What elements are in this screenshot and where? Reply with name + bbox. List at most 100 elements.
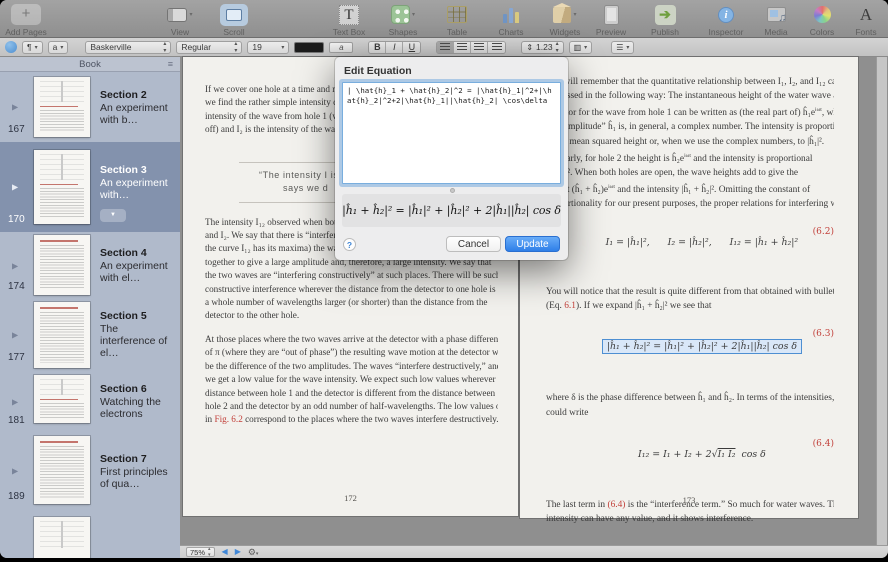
charts-icon — [503, 7, 520, 23]
preview-button[interactable]: Preview — [589, 3, 633, 37]
character-fill-well[interactable]: a — [329, 42, 353, 53]
media-button[interactable]: Media — [758, 3, 794, 37]
list-style-control[interactable]: ☰▾ — [611, 41, 634, 54]
text-line: to the mean squared height or, when we u… — [546, 135, 834, 149]
text-line: expressed in the following way: The inst… — [546, 89, 834, 103]
paragraph: At those places where the two waves arri… — [205, 333, 498, 427]
page-thumbnail[interactable] — [34, 436, 90, 504]
text-line: (Eq. 6.1). If we expand |ĥ₁ + ĥ₂|² we se… — [546, 299, 834, 313]
sidebar-item-section-2[interactable]: ▶ 167 Section 2 An experiment with b… — [0, 72, 180, 142]
inspector-button[interactable]: i Inspector — [704, 3, 748, 37]
cancel-button[interactable]: Cancel — [446, 236, 501, 252]
vertical-scrollbar[interactable] — [876, 57, 887, 545]
section-title: Section 4 — [100, 247, 176, 259]
align-justify-button[interactable] — [488, 42, 505, 53]
equation-6-2: I₁ = |ĥ₁|², I₂ = |ĥ₂|², I₁₂ = |ĥ₁ + ĥ₂|²… — [546, 226, 834, 270]
disclosure-triangle-icon[interactable]: ▶ — [12, 467, 18, 476]
font-family-select[interactable]: Baskerville▴▾ — [85, 41, 171, 54]
charts-button[interactable]: Charts — [489, 3, 533, 37]
text-line: where δ is the phase difference between … — [546, 391, 834, 405]
text-line: in Fig. 6.2 correspond to the places whe… — [205, 413, 498, 426]
align-left-button[interactable] — [437, 42, 454, 53]
sidebar-item-section-5[interactable]: ▶ 177 Section 5 The interference of el… — [0, 299, 180, 370]
page-number-label: 177 — [8, 352, 25, 363]
help-button[interactable]: ? — [343, 238, 356, 251]
text-box-icon: T — [339, 5, 359, 25]
pages-app-window: + Add Pages ▾ View Scroll T Text Box ▾ S… — [0, 0, 888, 558]
zoom-level-control[interactable]: 75%▴▾ — [186, 547, 215, 557]
page-number-label: 170 — [8, 214, 25, 225]
disclosure-triangle-icon[interactable]: ▶ — [12, 330, 18, 339]
align-center-button[interactable] — [454, 42, 471, 53]
section-subtitle: The interference of el… — [100, 323, 176, 359]
equation-preview: |ĥ₁ + ĥ₂|² = |ĥ₁|² + |ĥ₂|² + 2|ĥ₁||ĥ₂| c… — [342, 194, 561, 227]
equation-latex-input[interactable]: | \hat{h}_1 + \hat{h}_2|^2 = |\hat{h}_1|… — [342, 82, 561, 184]
disclosure-triangle-icon[interactable]: ▶ — [12, 103, 18, 112]
section-title: Section 7 — [100, 453, 176, 465]
equation-ref: (6.4) — [813, 439, 834, 449]
colors-button[interactable]: Colors — [804, 3, 840, 37]
equation-6-3-selected[interactable]: |ĥ₁ + ĥ₂|² = |ĥ₁|² + |ĥ₂|² + 2|ĥ₁||ĥ₂| c… — [546, 328, 834, 376]
align-right-button[interactable] — [471, 42, 488, 53]
page-thumbnail[interactable] — [34, 517, 90, 558]
gear-menu-button[interactable]: ⚙▾ — [248, 547, 259, 558]
text-line: the “amplitude” ĥ₁ is, in general, a com… — [546, 120, 834, 134]
text-line: Similarly, for hole 2 the height is ĥ₂ei… — [546, 149, 834, 166]
italic-button[interactable]: I — [386, 42, 403, 53]
table-button[interactable]: Table — [435, 3, 479, 37]
page-thumbnail[interactable] — [34, 235, 90, 295]
page-thumbnail[interactable] — [34, 150, 90, 224]
character-style-menu[interactable]: a▾ — [48, 41, 69, 54]
forward-button[interactable]: ▶ — [235, 547, 241, 557]
back-button[interactable]: ◀ — [222, 547, 228, 557]
disclosure-triangle-icon[interactable]: ▶ — [12, 183, 18, 192]
text-line: could write — [546, 406, 834, 420]
selected-equation-object[interactable]: |ĥ₁ + ĥ₂|² = |ĥ₁|² + |ĥ₂|² + 2|ĥ₁||ĥ₂| c… — [602, 339, 802, 354]
text-style-group: B I U — [368, 41, 421, 54]
underline-button[interactable]: U — [403, 42, 420, 53]
text-line: hole 2 and the detector by an odd number… — [205, 400, 498, 413]
sidebar-item-section-4[interactable]: ▶ 174 Section 4 An experiment with el… — [0, 232, 180, 299]
scroll-button[interactable]: Scroll — [212, 3, 256, 37]
font-style-select[interactable]: Regular▴▾ — [176, 41, 242, 54]
sidebar-item-partial[interactable] — [0, 509, 180, 558]
widgets-button[interactable]: ▾ Widgets — [543, 3, 587, 37]
paragraph: You will remember that the quantitative … — [546, 75, 834, 211]
page-number-label: 189 — [8, 491, 25, 502]
plus-icon: + — [11, 4, 41, 25]
page-173[interactable]: You will remember that the quantitative … — [520, 57, 858, 518]
paragraph-style-menu[interactable]: ¶▾ — [22, 41, 43, 54]
expand-section-button[interactable]: ▼ — [100, 209, 126, 222]
font-size-combo[interactable]: 19▾ — [247, 41, 289, 54]
format-bar: ¶▾ a▾ Baskerville▴▾ Regular▴▾ 19▾ a B I … — [0, 38, 888, 57]
fonts-button[interactable]: A Fonts — [850, 3, 882, 37]
page-thumbnail[interactable] — [34, 375, 90, 423]
line-spacing-control[interactable]: ⇕1.23▴▾ — [521, 41, 563, 54]
sidebar-item-section-7[interactable]: ▶ 189 Section 7 First principles of qua… — [0, 433, 180, 509]
shapes-button[interactable]: ▾ Shapes — [381, 3, 425, 37]
resize-handle[interactable] — [450, 188, 455, 193]
equation-ref: (6.2) — [813, 227, 834, 237]
add-pages-button[interactable]: + Add Pages — [4, 3, 48, 37]
page-thumbnail[interactable] — [34, 302, 90, 368]
view-button[interactable]: ▾ View — [158, 3, 202, 37]
disclosure-triangle-icon[interactable]: ▶ — [12, 397, 18, 406]
sidebar-item-section-3[interactable]: ▶ 170 Section 3 An experiment with… ▼ — [0, 142, 180, 232]
section-title: Section 6 — [100, 383, 176, 395]
page-thumbnail[interactable] — [34, 77, 90, 137]
sidebar-item-section-6[interactable]: ▶ 181 Section 6 Watching the electrons — [0, 370, 180, 433]
sidebar-menu-icon[interactable]: ≡ — [168, 59, 173, 69]
paragraph: where δ is the phase difference between … — [546, 391, 834, 419]
update-button[interactable]: Update — [505, 236, 560, 252]
text-color-well[interactable] — [294, 42, 324, 53]
folio-page-number: 172 — [183, 493, 518, 503]
table-icon — [447, 6, 467, 23]
text-box-button[interactable]: T Text Box — [327, 3, 371, 37]
columns-control[interactable]: ▥▾ — [569, 41, 593, 54]
disclosure-triangle-icon[interactable]: ▶ — [12, 261, 18, 270]
bold-button[interactable]: B — [369, 42, 386, 53]
fonts-icon: A — [860, 5, 872, 25]
format-indicator-icon[interactable] — [5, 41, 17, 53]
equation-6-4: I₁₂ = I₁ + I₂ + 2√I₁ I₂ cos δ (6.4) — [546, 438, 834, 482]
publish-button[interactable]: ➔ Publish — [643, 3, 687, 37]
